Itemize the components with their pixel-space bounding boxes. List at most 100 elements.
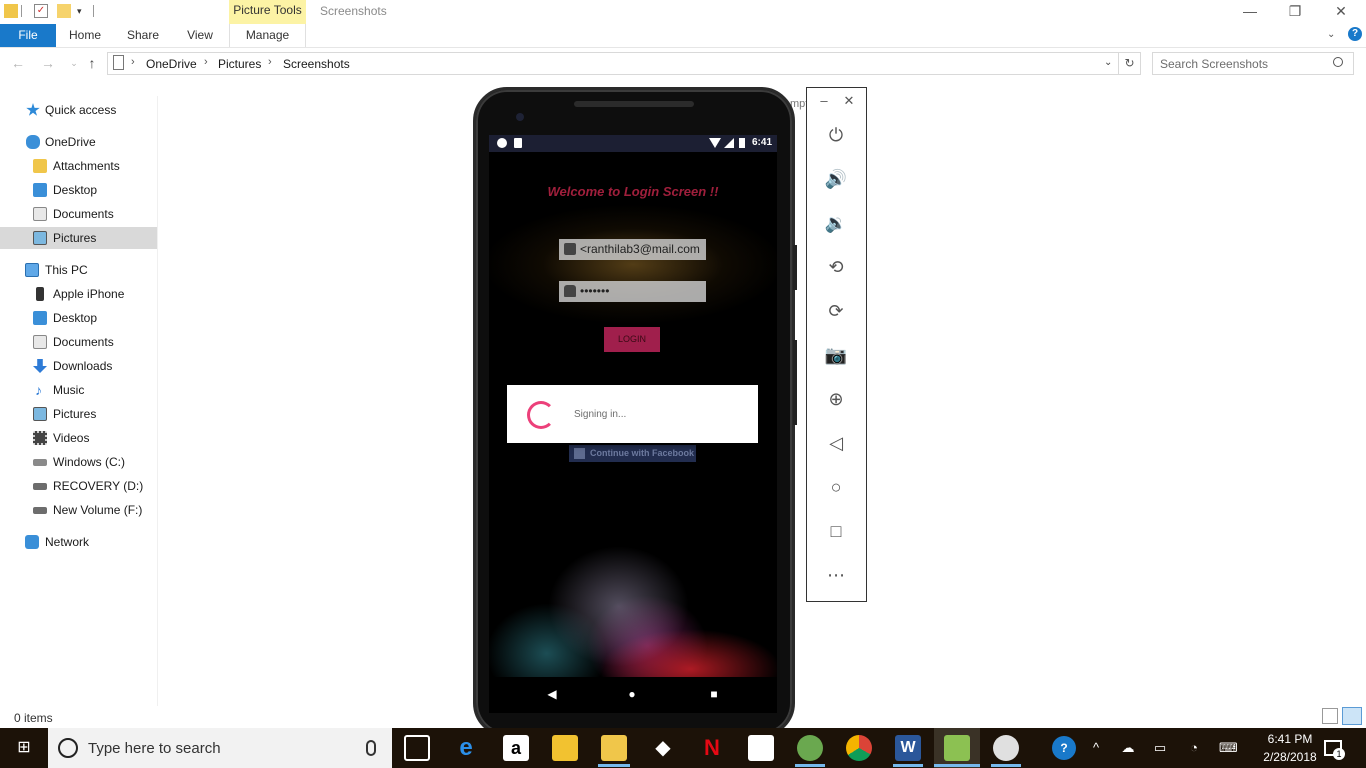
back-arrow-icon[interactable]: ← — [10, 54, 26, 72]
email-field[interactable]: <ranthilab3@mail.com — [559, 239, 706, 260]
nav-label: Apple iPhone — [53, 287, 125, 301]
android-recents-icon[interactable]: ■ — [707, 687, 721, 701]
chrome-icon[interactable] — [846, 735, 872, 761]
expand-ribbon-icon[interactable]: ⌄ — [1327, 29, 1335, 40]
divider — [21, 5, 22, 17]
emulator-minimize-icon[interactable]: – — [817, 94, 831, 108]
android-back-icon[interactable]: ◀ — [545, 687, 559, 701]
rotate-right-icon[interactable]: ⟳ — [823, 298, 849, 324]
microphone-icon[interactable] — [366, 740, 376, 756]
nav-onedrive-documents[interactable]: Documents — [0, 203, 157, 225]
taskbar-clock-date[interactable]: 2/28/2018 — [1252, 750, 1328, 764]
help-icon[interactable]: ? — [1348, 27, 1362, 41]
camera-icon[interactable]: 📷 — [823, 342, 849, 368]
nav-documents[interactable]: Documents — [0, 331, 157, 353]
desktop-icon — [33, 311, 47, 325]
battery-tray-icon[interactable]: ▭ — [1152, 740, 1168, 756]
nav-label: Desktop — [53, 311, 98, 325]
facebook-login-button[interactable]: Continue with Facebook — [569, 445, 696, 462]
nav-label: Documents — [53, 335, 114, 349]
nav-videos[interactable]: Videos — [0, 427, 157, 449]
home-icon[interactable]: ○ — [823, 474, 849, 500]
breadcrumb-pictures[interactable]: Pictures — [218, 57, 261, 71]
recent-locations-icon[interactable]: ⌄ — [66, 54, 82, 72]
tab-share[interactable]: Share — [120, 24, 166, 47]
file-explorer-icon[interactable] — [601, 735, 627, 761]
refresh-button[interactable]: ↻ — [1119, 52, 1141, 75]
nav-desktop[interactable]: Desktop — [0, 307, 157, 329]
help-tray-icon[interactable]: ? — [1052, 736, 1076, 760]
nav-onedrive[interactable]: OneDrive — [0, 131, 157, 153]
amazon-icon[interactable]: a — [503, 735, 529, 761]
nav-windows-c[interactable]: Windows (C:) — [0, 451, 157, 473]
minimize-button[interactable]: — — [1227, 0, 1273, 22]
tab-manage[interactable]: Manage — [229, 24, 306, 47]
nav-pictures[interactable]: Pictures — [0, 403, 157, 425]
keyboard-tray-icon[interactable]: ⌨ — [1219, 740, 1238, 756]
nav-label: Pictures — [53, 231, 97, 245]
nav-label: Desktop — [53, 183, 98, 197]
emulator-close-icon[interactable]: ✕ — [842, 94, 856, 108]
nav-quick-access[interactable]: Quick access — [0, 99, 157, 121]
nav-network[interactable]: Network — [0, 531, 157, 553]
more-icon[interactable]: ⋯ — [823, 562, 849, 588]
login-button[interactable]: LOGIN — [604, 327, 660, 352]
active-app-indicator — [598, 764, 630, 767]
snipping-tool-icon[interactable] — [993, 735, 1019, 761]
location-icon — [113, 55, 124, 70]
wifi-tray-icon[interactable]: ◔ — [1186, 740, 1202, 756]
customize-quick-access-icon[interactable]: ▾ — [77, 6, 82, 17]
nav-recovery-d[interactable]: RECOVERY (D:) — [0, 475, 157, 497]
android-home-icon[interactable]: ● — [625, 687, 639, 701]
volume-down-icon[interactable]: 🔉 — [823, 210, 849, 236]
tab-view[interactable]: View — [177, 24, 223, 47]
maximize-button[interactable]: ❐ — [1272, 0, 1318, 22]
search-icon[interactable] — [1333, 57, 1343, 67]
close-button[interactable]: ✕ — [1318, 0, 1364, 22]
overview-icon[interactable]: □ — [823, 518, 849, 544]
forward-arrow-icon[interactable]: → — [40, 54, 56, 72]
breadcrumb-onedrive[interactable]: OneDrive — [146, 57, 197, 71]
properties-icon[interactable]: ✓ — [34, 4, 48, 18]
large-icons-view-icon[interactable] — [1342, 707, 1362, 725]
folder-icon — [4, 4, 18, 18]
netflix-icon[interactable]: N — [699, 735, 725, 761]
rotate-left-icon[interactable]: ⟲ — [823, 254, 849, 280]
new-folder-icon[interactable] — [57, 4, 71, 18]
details-view-icon[interactable] — [1322, 708, 1338, 724]
android-studio-icon[interactable] — [797, 735, 823, 761]
nav-this-pc[interactable]: This PC — [0, 259, 157, 281]
tab-home[interactable]: Home — [62, 24, 108, 47]
power-icon[interactable]: ⏻ — [823, 122, 849, 148]
up-arrow-icon[interactable]: ↑ — [84, 54, 100, 72]
nav-downloads[interactable]: Downloads — [0, 355, 157, 377]
word-icon[interactable]: W — [895, 735, 921, 761]
back-icon[interactable]: ◁ — [823, 430, 849, 456]
dropbox-icon[interactable]: ◆ — [650, 735, 676, 761]
nav-music[interactable]: ♪ Music — [0, 379, 157, 401]
taskbar-clock-time[interactable]: 6:41 PM — [1258, 732, 1322, 746]
emulator-icon[interactable] — [944, 735, 970, 761]
store-icon[interactable] — [552, 735, 578, 761]
onedrive-tray-icon[interactable]: ☁ — [1120, 740, 1136, 756]
nav-onedrive-pictures[interactable]: Pictures — [0, 227, 157, 249]
nav-new-volume-f[interactable]: New Volume (F:) — [0, 499, 157, 521]
password-field[interactable]: ••••••• — [559, 281, 706, 302]
edge-icon[interactable]: e — [453, 735, 479, 761]
nav-onedrive-desktop[interactable]: Desktop — [0, 179, 157, 201]
tab-file[interactable]: File — [0, 24, 56, 47]
address-dropdown-icon[interactable]: ⌄ — [1104, 57, 1112, 68]
drive-icon — [33, 459, 47, 466]
nav-label: Videos — [53, 431, 90, 445]
volume-up-icon[interactable]: 🔊 — [823, 166, 849, 192]
desktop-icon — [33, 183, 47, 197]
task-view-icon[interactable] — [404, 735, 430, 761]
breadcrumb-screenshots[interactable]: Screenshots — [283, 57, 350, 71]
cortana-icon — [58, 738, 78, 758]
zoom-icon[interactable]: ⊕ — [823, 386, 849, 412]
nav-onedrive-attachments[interactable]: Attachments — [0, 155, 157, 177]
windows-start-icon[interactable]: ⊞ — [0, 728, 48, 768]
show-hidden-icons-icon[interactable]: ^ — [1088, 740, 1104, 756]
mail-icon[interactable] — [748, 735, 774, 761]
nav-apple-iphone[interactable]: Apple iPhone — [0, 283, 157, 305]
